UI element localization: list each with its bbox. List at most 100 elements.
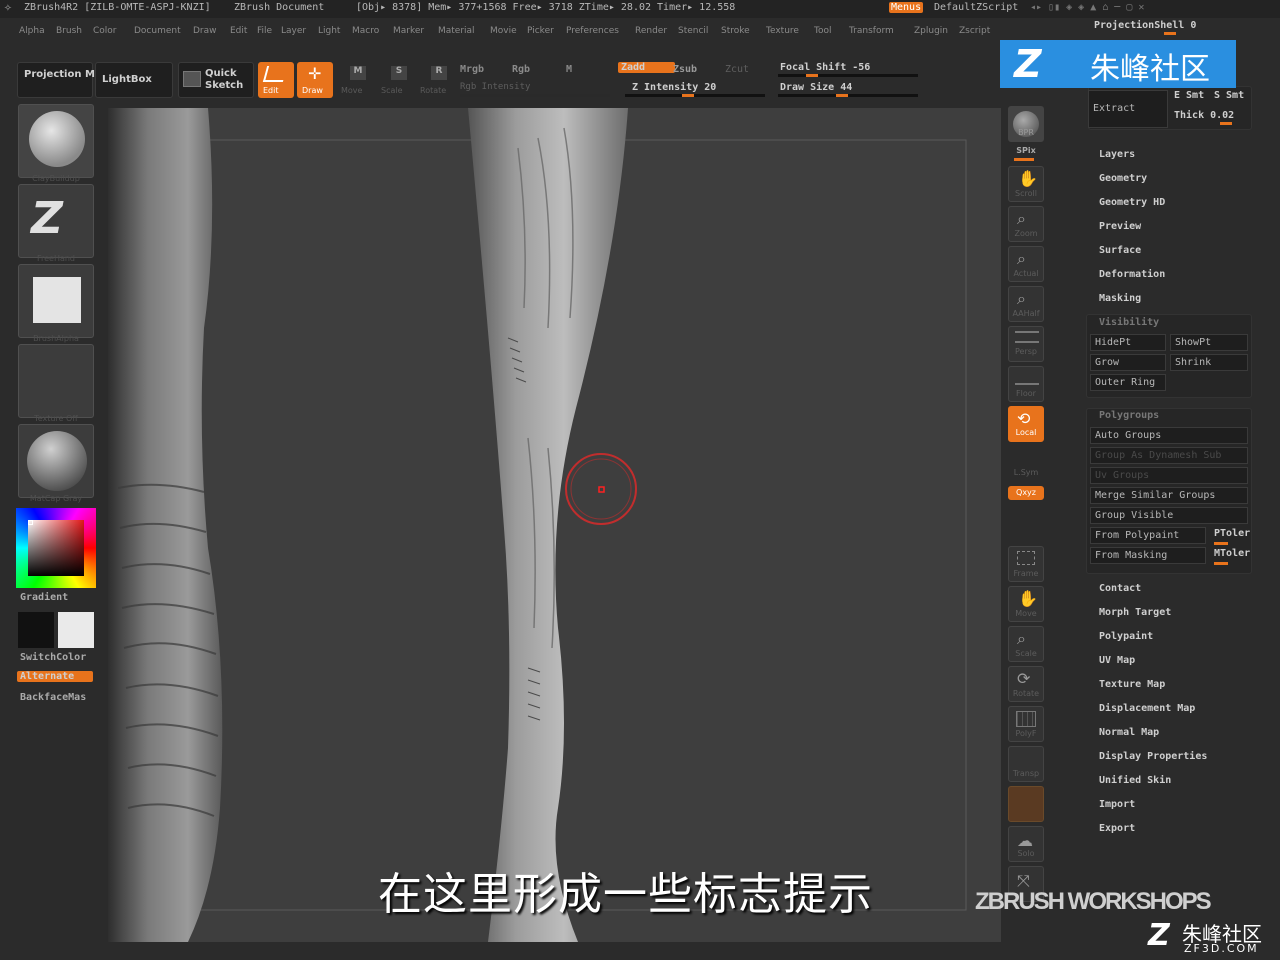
z-intensity-knob[interactable] bbox=[682, 94, 694, 97]
menu-preferences[interactable]: Preferences bbox=[566, 26, 619, 36]
gradient-label[interactable]: Gradient bbox=[20, 592, 68, 603]
menu-document[interactable]: Document bbox=[134, 26, 181, 36]
zsub-button[interactable]: Zsub bbox=[673, 64, 697, 75]
projection-master-button[interactable]: Projection Master bbox=[17, 62, 124, 98]
auto-groups-button[interactable]: Auto Groups bbox=[1090, 427, 1248, 444]
menu-stencil[interactable]: Stencil bbox=[678, 26, 708, 36]
panel-morph-target[interactable]: Morph Target bbox=[1099, 607, 1171, 618]
e-smt-slider[interactable]: E Smt bbox=[1174, 90, 1204, 101]
default-zscript-button[interactable]: DefaultZScript bbox=[934, 2, 1018, 13]
panel-unified-skin[interactable]: Unified Skin bbox=[1099, 775, 1171, 786]
zadd-button[interactable]: Zadd bbox=[618, 62, 676, 73]
panel-normal-map[interactable]: Normal Map bbox=[1099, 727, 1159, 738]
panel-uv-map[interactable]: UV Map bbox=[1099, 655, 1135, 666]
panel-polypaint[interactable]: Polypaint bbox=[1099, 631, 1153, 642]
menu-stroke[interactable]: Stroke bbox=[721, 26, 750, 36]
menu-material[interactable]: Material bbox=[438, 26, 475, 36]
menu-picker[interactable]: Picker bbox=[527, 26, 554, 36]
edit-mode-button[interactable]: Edit bbox=[258, 62, 294, 98]
persp-button[interactable] bbox=[1008, 326, 1044, 362]
m-button[interactable]: M bbox=[566, 64, 572, 75]
menu-light[interactable]: Light bbox=[318, 26, 340, 36]
mrgb-button[interactable]: Mrgb bbox=[460, 64, 484, 75]
focal-shift-slider[interactable]: Focal Shift -56 bbox=[780, 62, 870, 73]
rgb-button[interactable]: Rgb bbox=[512, 64, 530, 75]
shrink-button[interactable]: Shrink bbox=[1170, 354, 1248, 371]
primary-color-swatch[interactable] bbox=[18, 612, 54, 648]
outer-ring-button[interactable]: Outer Ring bbox=[1090, 374, 1166, 391]
hidept-button[interactable]: HidePt bbox=[1090, 334, 1166, 351]
lsym-label[interactable]: L.Sym bbox=[1004, 468, 1048, 477]
mtoler-slider[interactable]: MToler bbox=[1214, 548, 1250, 559]
panel-preview[interactable]: Preview bbox=[1099, 221, 1141, 232]
uv-groups-button[interactable]: Uv Groups bbox=[1090, 467, 1248, 484]
material-selector[interactable] bbox=[18, 424, 94, 498]
panel-contact[interactable]: Contact bbox=[1099, 583, 1141, 594]
panel-import[interactable]: Import bbox=[1099, 799, 1135, 810]
panel-deformation[interactable]: Deformation bbox=[1099, 269, 1165, 280]
switch-color-button[interactable]: SwitchColor bbox=[20, 652, 86, 663]
menu-transform[interactable]: Transform bbox=[849, 26, 894, 36]
menu-macro[interactable]: Macro bbox=[352, 26, 379, 36]
menu-file[interactable]: File bbox=[257, 26, 272, 36]
from-masking-button[interactable]: From Masking bbox=[1090, 547, 1206, 564]
lightbox-button[interactable]: LightBox bbox=[95, 62, 173, 98]
menu-zscript[interactable]: Zscript bbox=[959, 26, 990, 36]
backface-mask-button[interactable]: BackfaceMas bbox=[20, 692, 86, 703]
panel-displacement-map[interactable]: Displacement Map bbox=[1099, 703, 1195, 714]
move-mode-button[interactable]: M Move bbox=[338, 62, 372, 98]
z-intensity-slider[interactable]: Z Intensity 20 bbox=[632, 82, 716, 93]
projection-shell-knob[interactable] bbox=[1164, 32, 1176, 35]
menu-edit[interactable]: Edit bbox=[230, 26, 247, 36]
draw-size-knob[interactable] bbox=[836, 94, 848, 97]
alternate-button[interactable]: Alternate bbox=[17, 671, 93, 682]
group-visible-button[interactable]: Group Visible bbox=[1090, 507, 1248, 524]
thick-slider[interactable]: Thick 0.02 bbox=[1174, 110, 1234, 121]
merge-similar-groups-button[interactable]: Merge Similar Groups bbox=[1090, 487, 1248, 504]
draw-mode-button[interactable]: ✛ Draw bbox=[297, 62, 333, 98]
menu-movie[interactable]: Movie bbox=[490, 26, 517, 36]
panel-geometry[interactable]: Geometry bbox=[1099, 173, 1147, 184]
stroke-selector[interactable]: Z bbox=[18, 184, 94, 258]
menu-zplugin[interactable]: Zplugin bbox=[914, 26, 948, 36]
quick-sketch-button[interactable]: Quick Sketch bbox=[178, 62, 254, 98]
rgb-intensity-slider[interactable]: Rgb Intensity bbox=[460, 82, 530, 92]
mtoler-knob[interactable] bbox=[1214, 562, 1228, 565]
menu-render[interactable]: Render bbox=[635, 26, 667, 36]
viewport-canvas[interactable] bbox=[108, 108, 1001, 942]
alpha-selector[interactable] bbox=[18, 264, 94, 338]
color-picker[interactable] bbox=[16, 508, 96, 588]
showpt-button[interactable]: ShowPt bbox=[1170, 334, 1248, 351]
texture-selector[interactable] bbox=[18, 344, 94, 418]
menu-color[interactable]: Color bbox=[93, 26, 117, 36]
polygroups-title[interactable]: Polygroups bbox=[1099, 410, 1159, 421]
spix-label[interactable]: SPix bbox=[1004, 146, 1048, 155]
ptoler-knob[interactable] bbox=[1214, 542, 1228, 545]
focal-shift-knob[interactable] bbox=[806, 74, 818, 77]
from-polypaint-button[interactable]: From Polypaint bbox=[1090, 527, 1206, 544]
menus-button[interactable]: Menus bbox=[889, 2, 924, 13]
rotate-mode-button[interactable]: R Rotate bbox=[418, 62, 454, 98]
ghost-button[interactable] bbox=[1008, 786, 1044, 822]
menu-texture[interactable]: Texture bbox=[766, 26, 799, 36]
menu-tool[interactable]: Tool bbox=[814, 26, 831, 36]
menu-layer[interactable]: Layer bbox=[281, 26, 306, 36]
extract-button[interactable]: Extract bbox=[1088, 90, 1168, 128]
panel-geometry-hd[interactable]: Geometry HD bbox=[1099, 197, 1165, 208]
panel-display-properties[interactable]: Display Properties bbox=[1099, 751, 1207, 762]
ptoler-slider[interactable]: PToler bbox=[1214, 528, 1250, 539]
zcut-button[interactable]: Zcut bbox=[725, 64, 749, 75]
menu-marker[interactable]: Marker bbox=[393, 26, 424, 36]
grow-button[interactable]: Grow bbox=[1090, 354, 1166, 371]
panel-surface[interactable]: Surface bbox=[1099, 245, 1141, 256]
projection-shell-slider[interactable]: ProjectionShell 0 bbox=[1094, 20, 1196, 31]
menu-brush[interactable]: Brush bbox=[56, 26, 82, 36]
window-controls[interactable]: ◂▸ ▯▮ ◈ ◈ ▲ ⌂ ─ ▢ ✕ bbox=[1030, 2, 1144, 13]
visibility-title[interactable]: Visibility bbox=[1099, 317, 1159, 328]
spix-knob[interactable] bbox=[1014, 158, 1034, 161]
scale-mode-button[interactable]: S Scale bbox=[378, 62, 412, 98]
sculpt-model[interactable] bbox=[108, 108, 1001, 942]
thick-knob[interactable] bbox=[1220, 122, 1232, 125]
s-smt-slider[interactable]: S Smt bbox=[1214, 90, 1244, 101]
brush-selector[interactable] bbox=[18, 104, 94, 178]
